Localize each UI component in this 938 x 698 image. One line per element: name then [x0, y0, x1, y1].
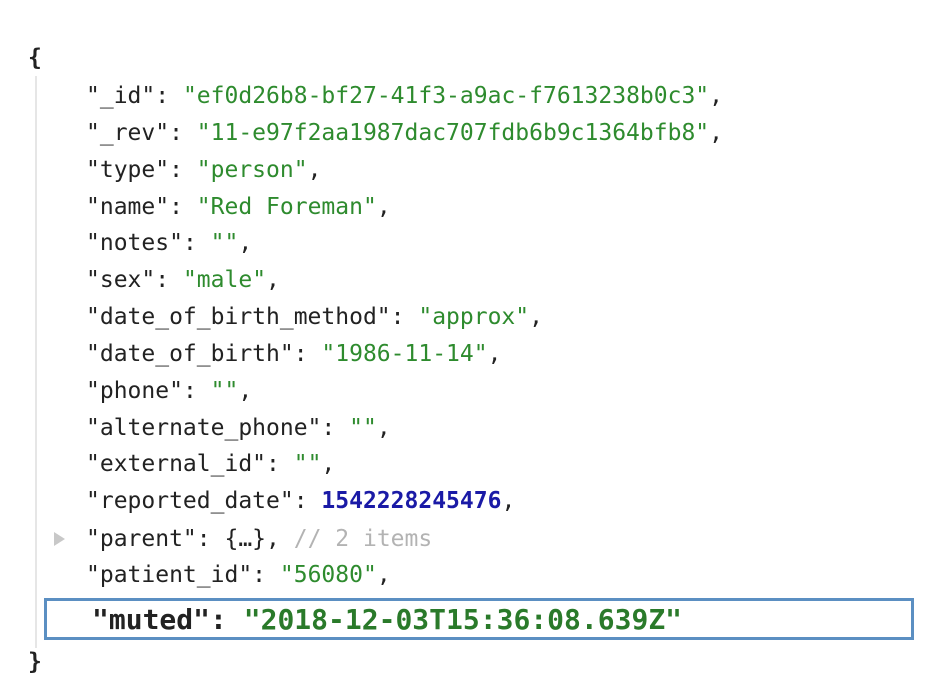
json-viewer: { "_id": "ef0d26b8-bf27-41f3-a9ac-f76132… [0, 0, 938, 698]
collapsed-object[interactable]: {…} [224, 526, 266, 552]
comma: , [376, 194, 391, 220]
comma: , [307, 157, 322, 183]
key: "alternate_phone" [86, 415, 322, 441]
json-line-rev: "_rev": "11-e97f2aa1987dac707fdb6b9c1364… [86, 116, 723, 150]
item-count-comment: // 2 items [293, 526, 433, 552]
comma: , [529, 304, 543, 330]
comma: , [238, 378, 253, 404]
value: "male" [182, 267, 267, 293]
separator: : [182, 230, 211, 256]
json-line-patient-id: "patient_id": "56080", [86, 558, 391, 592]
key: "sex" [86, 267, 156, 293]
key: "external_id" [86, 451, 267, 477]
separator: : [169, 120, 197, 146]
value: "ef0d26b8-bf27-41f3-a9ac-f7613238b0c3" [182, 83, 710, 109]
json-line-phone: "phone": "", [86, 374, 252, 408]
comma: , [709, 120, 724, 146]
separator: : [390, 304, 419, 330]
json-line-external-id: "external_id": "", [86, 447, 335, 481]
json-line-notes: "notes": "", [86, 226, 252, 260]
value: "" [210, 378, 239, 404]
value: "approx" [418, 304, 530, 330]
value: "1986-11-14" [321, 341, 488, 367]
comma: , [709, 83, 724, 109]
separator: : [252, 562, 280, 588]
key: "date_of_birth" [86, 341, 294, 367]
separator: : [293, 488, 322, 514]
json-line-type: "type": "person", [86, 153, 321, 187]
separator: : [182, 378, 211, 404]
json-line-date-of-birth-method: "date_of_birth_method": "approx", [86, 300, 543, 334]
separator: : [210, 603, 244, 636]
value: "Red Foreman" [196, 194, 377, 220]
indent-guide [35, 76, 37, 648]
separator: : [321, 415, 350, 441]
value: "11-e97f2aa1987dac707fdb6b9c1364bfb8" [196, 120, 710, 146]
json-line-id: "_id": "ef0d26b8-bf27-41f3-a9ac-f7613238… [86, 79, 723, 113]
key: "_id" [86, 83, 156, 109]
separator: : [155, 267, 183, 293]
json-line-sex: "sex": "male", [86, 263, 280, 297]
key: "notes" [86, 230, 183, 256]
comma: , [487, 341, 502, 367]
comma: , [266, 526, 280, 552]
key: "type" [86, 157, 170, 183]
close-brace: } [28, 649, 42, 675]
separator: : [155, 83, 183, 109]
separator: : [293, 341, 322, 367]
key: "name" [86, 194, 170, 220]
separator: : [266, 451, 294, 477]
open-brace: { [28, 45, 42, 71]
key: "phone" [86, 378, 183, 404]
key: "patient_id" [86, 562, 253, 588]
json-line-name: "name": "Red Foreman", [86, 190, 391, 224]
value: "56080" [279, 562, 377, 588]
value: "2018-12-03T15:36:08.639Z" [243, 603, 683, 636]
json-line-muted: "muted": "2018-12-03T15:36:08.639Z" [92, 600, 682, 640]
json-line-alternate-phone: "alternate_phone": "", [86, 411, 391, 445]
key: "parent" [86, 526, 197, 552]
comma: , [501, 488, 516, 514]
value: "" [349, 415, 377, 441]
comma: , [376, 415, 391, 441]
json-line-date-of-birth: "date_of_birth": "1986-11-14", [86, 337, 501, 371]
key: "muted" [92, 603, 211, 636]
comma: , [321, 451, 336, 477]
key: "date_of_birth_method" [86, 304, 391, 330]
json-line-parent[interactable]: "parent": {…}, // 2 items [86, 522, 432, 556]
key: "_rev" [86, 120, 170, 146]
value: "person" [196, 157, 308, 183]
comma: , [376, 562, 391, 588]
separator: : [196, 526, 225, 552]
key: "reported_date" [86, 488, 294, 514]
json-line-reported-date: "reported_date": 1542228245476, [86, 484, 515, 518]
value: 1542228245476 [321, 488, 502, 514]
separator: : [169, 194, 197, 220]
value: "" [210, 230, 239, 256]
expand-toggle-icon[interactable] [54, 532, 65, 546]
comma: , [266, 267, 280, 293]
separator: : [169, 157, 197, 183]
value: "" [293, 451, 322, 477]
comma: , [238, 230, 253, 256]
